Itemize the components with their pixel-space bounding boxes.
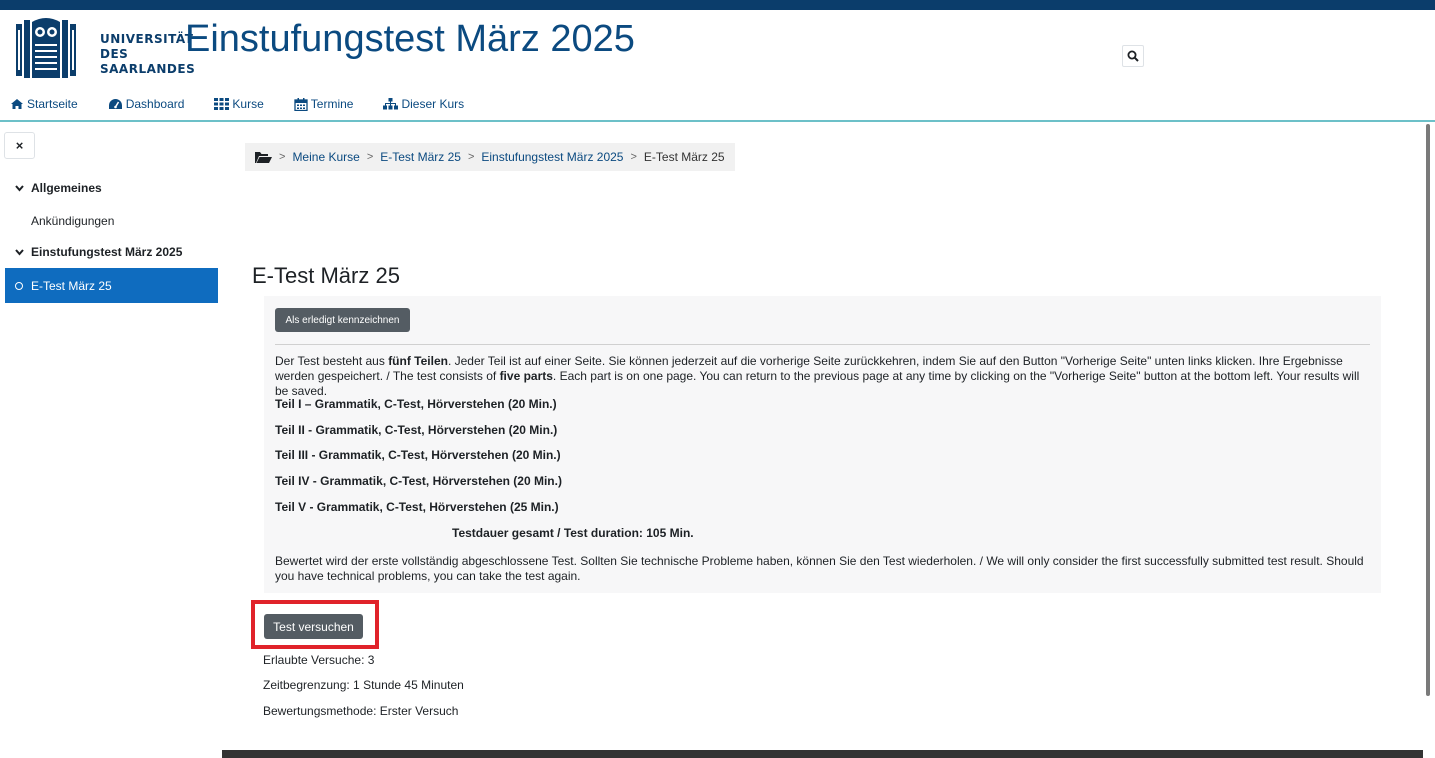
scrollbar-thumb[interactable] [1426,124,1430,696]
nav-item-termine[interactable]: Termine [294,97,353,111]
breadcrumb-link-meine-kurse[interactable]: Meine Kurse [292,150,359,164]
folder-open-icon[interactable] [255,151,272,164]
breadcrumb-link-course[interactable]: E-Test März 25 [380,150,461,164]
mark-as-done-button[interactable]: Als erledigt kennzeichnen [275,308,410,332]
attempts-allowed: Erlaubte Versuche: 3 [263,653,375,667]
activity-description: Als erledigt kennzeichnen Der Test beste… [264,296,1381,593]
sidebar-item-ankuendigungen[interactable]: Ankündigungen [31,214,114,228]
breadcrumb-current: E-Test März 25 [643,150,725,164]
nav-item-dieser-kurs[interactable]: Dieser Kurs [383,97,464,111]
chevron-right-icon: > [467,151,475,163]
chevron-right-icon: > [630,151,637,163]
page-title: E-Test März 25 [252,263,400,288]
main-content: > Meine Kurse > E-Test März 25 > Einstuf… [222,124,1423,758]
search-icon [1127,50,1139,62]
divider [275,344,1370,345]
part-item: Teil I – Grammatik, C-Test, Hörverstehen… [275,397,557,411]
chevron-down-icon [15,248,24,256]
breadcrumb-link-section[interactable]: Einstufungstest März 2025 [481,150,623,164]
grading-method: Bewertungsmethode: Erster Versuch [263,704,459,718]
nav-item-startseite[interactable]: Startseite [10,97,78,111]
attempt-quiz-button[interactable]: Test versuchen [264,614,363,639]
calendar-icon [294,97,308,111]
grid-icon [214,98,230,110]
sidebar-item-e-test[interactable]: E-Test März 25 [5,268,218,303]
primary-navigation: Startseite Dashboard Kurse Termine Diese… [10,94,494,114]
part-item: Teil II - Grammatik, C-Test, Hörverstehe… [275,423,558,437]
close-drawer-button[interactable]: × [4,132,35,159]
chevron-right-icon: > [279,151,286,163]
part-item: Teil V - Grammatik, C-Test, Hörverstehen… [275,500,559,514]
scrollbar[interactable] [1423,122,1435,758]
sitemap-icon [383,98,399,110]
logo-text: UNIVERSITÄT DES SAARLANDES [100,32,196,76]
university-logo[interactable]: UNIVERSITÄT DES SAARLANDES [15,16,195,82]
owl-logo-icon [16,18,76,78]
intro-paragraph: Der Test besteht aus fünf Teilen. Jeder … [275,354,1360,398]
nav-item-kurse[interactable]: Kurse [214,97,264,111]
nav-item-dashboard[interactable]: Dashboard [108,97,184,111]
close-icon: × [15,138,24,153]
header: UNIVERSITÄT DES SAARLANDES Einstufungste… [0,10,1435,122]
search-button[interactable] [1122,45,1144,67]
home-icon [11,99,23,109]
time-limit: Zeitbegrenzung: 1 Stunde 45 Minuten [263,678,464,692]
grading-note: Bewertet wird der erste vollständig abge… [275,554,1364,583]
section-einstufungstest[interactable]: Einstufungstest März 2025 [15,245,182,259]
dashboard-icon [108,99,122,109]
part-item: Teil III - Grammatik, C-Test, Hörversteh… [275,448,561,462]
chevron-down-icon [15,184,24,192]
test-duration: Testdauer gesamt / Test duration: 105 Mi… [452,526,694,540]
chevron-right-icon: > [366,151,374,163]
course-index-drawer: × Allgemeines Ankündigungen Einstufungst… [0,124,222,758]
site-title[interactable]: Einstufungstest März 2025 [185,18,635,61]
footer [222,750,1423,758]
part-item: Teil IV - Grammatik, C-Test, Hörverstehe… [275,474,562,488]
top-bar [0,0,1435,10]
breadcrumb: > Meine Kurse > E-Test März 25 > Einstuf… [245,143,735,171]
section-allgemeines[interactable]: Allgemeines [15,181,102,195]
circle-icon [15,281,23,290]
